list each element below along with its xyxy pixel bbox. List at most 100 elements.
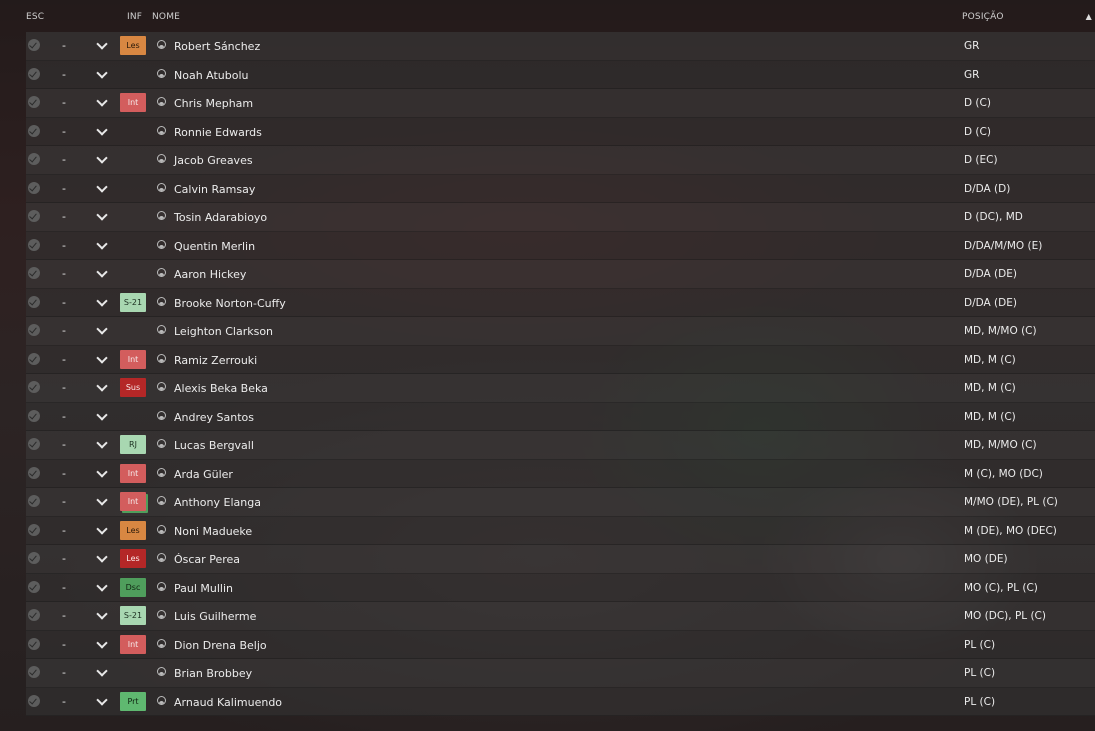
select-check-icon[interactable] (28, 666, 40, 678)
table-row[interactable]: - Int Chris Mepham D (C) (26, 89, 1095, 118)
info-badge[interactable]: Dsc (120, 577, 146, 597)
table-row[interactable]: - Int Dion Drena Beljo PL (C) (26, 630, 1095, 659)
select-check-icon[interactable] (28, 466, 40, 479)
player-name[interactable]: Aaron Hickey (174, 268, 246, 281)
table-row[interactable]: - Prt Arnaud Kalimuendo PL (C) (26, 687, 1095, 716)
selection-dropdown[interactable] (82, 180, 112, 197)
select-check-icon[interactable] (28, 438, 40, 450)
player-name[interactable]: Brian Brobbey (174, 667, 252, 680)
table-row[interactable]: - Jacob Greaves D (EC) (26, 146, 1095, 175)
header-nome[interactable]: NOME (152, 12, 180, 22)
selection-dropdown[interactable] (82, 66, 112, 83)
player-name[interactable]: Robert Sánchez (174, 40, 260, 53)
select-check-icon[interactable] (28, 609, 40, 621)
select-check-icon[interactable] (28, 637, 40, 650)
selection-dropdown[interactable] (82, 95, 112, 111)
select-check-icon[interactable] (28, 210, 40, 222)
select-check-icon[interactable] (28, 67, 40, 80)
selection-dropdown[interactable] (82, 323, 112, 339)
player-name[interactable]: Jacob Greaves (174, 154, 253, 167)
selection-dropdown[interactable] (82, 608, 112, 624)
table-row[interactable]: - Quentin Merlin D/DA/M/MO (E) (26, 231, 1095, 260)
table-row[interactable]: - Leighton Clarkson MD, M/MO (C) (26, 317, 1095, 346)
select-check-icon[interactable] (28, 352, 40, 365)
selection-dropdown[interactable] (82, 636, 112, 653)
player-name[interactable]: Quentin Merlin (174, 240, 255, 253)
player-name[interactable]: Andrey Santos (174, 411, 254, 424)
player-name[interactable]: Lucas Bergvall (174, 439, 254, 452)
select-check-icon[interactable] (28, 39, 40, 51)
player-name[interactable]: Chris Mepham (174, 97, 253, 110)
table-row[interactable]: - Int Anthony Elanga M/MO (DE), PL (C) (26, 488, 1095, 517)
table-row[interactable]: - Les Óscar Perea MO (DE) (26, 545, 1095, 574)
select-check-icon[interactable] (28, 324, 40, 336)
info-badge[interactable]: Prt (120, 691, 146, 711)
select-check-icon[interactable] (28, 295, 40, 308)
header-posicao[interactable]: POSIÇÃO (962, 12, 1004, 22)
selection-dropdown[interactable] (82, 237, 112, 254)
selection-dropdown[interactable] (82, 294, 112, 311)
table-row[interactable]: - Brian Brobbey PL (C) (26, 659, 1095, 688)
select-check-icon[interactable] (28, 181, 40, 194)
info-badge[interactable]: Les (120, 549, 146, 568)
player-name[interactable]: Brooke Norton-Cuffy (174, 297, 286, 310)
selection-dropdown[interactable] (82, 665, 112, 681)
header-esc[interactable]: ESC (26, 12, 44, 22)
player-name[interactable]: Noah Atubolu (174, 69, 249, 82)
header-inf[interactable]: INF (127, 12, 142, 22)
player-name[interactable]: Arnaud Kalimuendo (174, 696, 282, 709)
selection-dropdown[interactable] (82, 209, 112, 225)
player-name[interactable]: Calvin Ramsay (174, 183, 255, 196)
table-row[interactable]: - S-21 Luis Guilherme MO (DC), PL (C) (26, 602, 1095, 631)
select-check-icon[interactable] (28, 523, 40, 536)
info-badge[interactable]: Int (120, 492, 146, 511)
table-row[interactable]: - S-21 Brooke Norton-Cuffy D/DA (DE) (26, 288, 1095, 317)
table-row[interactable]: - Les Noni Madueke M (DE), MO (DEC) (26, 516, 1095, 545)
table-row[interactable]: - Andrey Santos MD, M (C) (26, 402, 1095, 431)
selection-dropdown[interactable] (82, 152, 112, 168)
selection-dropdown[interactable] (82, 494, 112, 510)
select-check-icon[interactable] (28, 694, 40, 707)
select-check-icon[interactable] (28, 409, 40, 422)
selection-dropdown[interactable] (82, 266, 112, 282)
player-name[interactable]: Tosin Adarabioyo (174, 211, 267, 224)
table-row[interactable]: - Int Arda Güler M (C), MO (DC) (26, 459, 1095, 488)
selection-dropdown[interactable] (82, 123, 112, 140)
selection-dropdown[interactable] (82, 465, 112, 482)
info-badge[interactable]: Les (120, 36, 146, 55)
player-name[interactable]: Arda Güler (174, 468, 233, 481)
info-badge[interactable]: Int (120, 93, 146, 112)
selection-dropdown[interactable] (82, 551, 112, 567)
table-row[interactable]: - Ronnie Edwards D (C) (26, 117, 1095, 146)
table-row[interactable]: - Les Robert Sánchez GR (26, 32, 1095, 61)
select-check-icon[interactable] (28, 552, 40, 564)
table-row[interactable]: - Noah Atubolu GR (26, 60, 1095, 89)
select-check-icon[interactable] (28, 580, 40, 593)
select-check-icon[interactable] (28, 238, 40, 251)
select-check-icon[interactable] (28, 267, 40, 279)
selection-dropdown[interactable] (82, 579, 112, 596)
player-name[interactable]: Ronnie Edwards (174, 126, 262, 139)
player-name[interactable]: Anthony Elanga (174, 496, 261, 509)
select-check-icon[interactable] (28, 495, 40, 507)
player-name[interactable]: Luis Guilherme (174, 610, 256, 623)
info-badge[interactable]: Int (120, 634, 146, 654)
sort-ascending-icon[interactable]: ▲ (1086, 12, 1092, 21)
table-row[interactable]: - Aaron Hickey D/DA (DE) (26, 260, 1095, 289)
select-check-icon[interactable] (28, 381, 40, 393)
player-name[interactable]: Dion Drena Beljo (174, 639, 267, 652)
selection-dropdown[interactable] (82, 380, 112, 396)
info-badge[interactable]: Sus (120, 378, 146, 397)
table-row[interactable]: - Dsc Paul Mullin MO (C), PL (C) (26, 573, 1095, 602)
player-name[interactable]: Noni Madueke (174, 525, 252, 538)
table-row[interactable]: - Calvin Ramsay D/DA (D) (26, 174, 1095, 203)
select-check-icon[interactable] (28, 96, 40, 108)
table-row[interactable]: - Tosin Adarabioyo D (DC), MD (26, 203, 1095, 232)
info-badge[interactable]: S-21 (120, 292, 146, 312)
select-check-icon[interactable] (28, 153, 40, 165)
selection-dropdown[interactable] (82, 437, 112, 453)
table-row[interactable]: - Sus Alexis Beka Beka MD, M (C) (26, 374, 1095, 403)
player-name[interactable]: Leighton Clarkson (174, 325, 273, 338)
selection-dropdown[interactable] (82, 38, 112, 54)
info-badge[interactable]: Int (120, 349, 146, 369)
